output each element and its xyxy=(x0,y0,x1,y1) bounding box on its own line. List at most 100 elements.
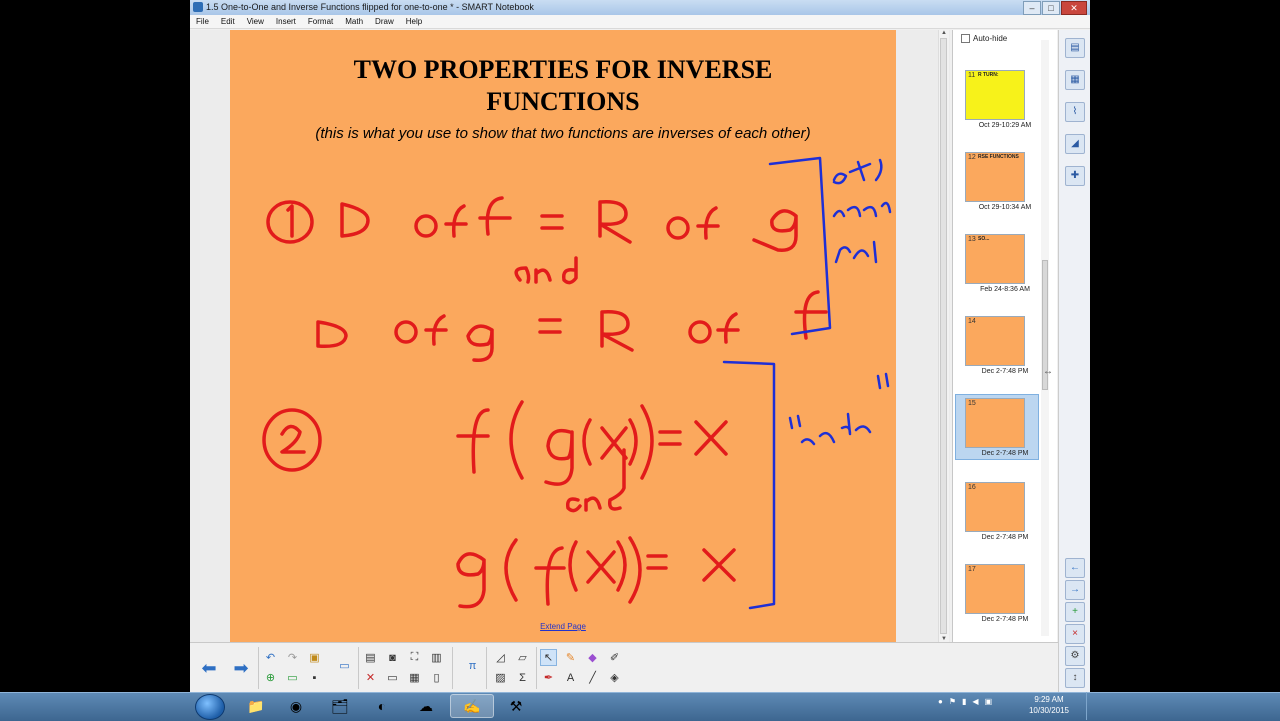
page-vertical-scrollbar[interactable]: ▲ ▼ xyxy=(938,30,949,642)
menu-draw[interactable]: Draw xyxy=(375,15,394,28)
menu-file[interactable]: File xyxy=(196,15,209,28)
select-tool-icon[interactable]: ↖ xyxy=(540,649,557,666)
minimize-button[interactable]: – xyxy=(1023,1,1041,15)
menu-edit[interactable]: Edit xyxy=(221,15,235,28)
math-tools-icon[interactable]: π xyxy=(464,657,481,674)
attachments-tab-icon[interactable]: ⌇ xyxy=(1065,102,1085,122)
note-rel xyxy=(834,240,878,264)
tray-bluetooth-icon[interactable]: ● xyxy=(938,697,943,706)
menu-bar: File Edit View Insert Format Math Draw H… xyxy=(190,15,1090,29)
table-icon[interactable]: ▦ xyxy=(406,669,423,686)
sigma-icon[interactable]: Σ xyxy=(514,669,531,686)
page-thumbnail[interactable]: 11 R TURN: xyxy=(965,70,1025,120)
screen-capture-icon[interactable]: ⛶ xyxy=(406,649,423,666)
sorter-scrollbar[interactable] xyxy=(1041,40,1049,636)
page-thumbnail[interactable]: 15 xyxy=(965,398,1025,448)
start-button[interactable] xyxy=(195,694,225,720)
image-icon[interactable]: ▨ xyxy=(492,669,509,686)
taskbar-firefox-icon[interactable]: ◐ xyxy=(360,694,404,718)
move-toolbar-icon[interactable]: ↕ xyxy=(1065,668,1085,688)
thumbnail-number: 14 xyxy=(968,318,976,325)
page-thumbnail[interactable]: 13 SO... xyxy=(965,234,1025,284)
page-thumbnail[interactable]: 12 RSE FUNCTIONS xyxy=(965,152,1025,202)
bracket-2 xyxy=(722,360,776,610)
taskbar-folder-icon[interactable]: 🗂 xyxy=(318,694,362,718)
menu-math[interactable]: Math xyxy=(345,15,363,28)
scroll-up-arrow[interactable]: ▲ xyxy=(939,30,949,36)
insert-icon[interactable]: ▭ xyxy=(284,669,301,686)
previous-page-button[interactable]: ⬅ xyxy=(196,655,222,681)
properties-tab-icon[interactable]: ◢ xyxy=(1065,134,1085,154)
undo-icon[interactable]: ↶ xyxy=(262,649,279,666)
next-page-button[interactable]: ➡ xyxy=(228,655,254,681)
notebook-page[interactable]: TWO PROPERTIES FOR INVERSE FUNCTIONS (th… xyxy=(230,30,896,642)
red-handwriting xyxy=(262,196,828,609)
graph-icon[interactable]: ◿ xyxy=(492,649,509,666)
delete-page-icon[interactable]: × xyxy=(1065,624,1085,644)
ink-property-2b xyxy=(456,536,736,609)
document-camera-icon[interactable]: ▥ xyxy=(428,649,445,666)
add-page-icon-toolbar[interactable]: ⊕ xyxy=(262,669,279,686)
page-sorter-tab-icon[interactable]: ▤ xyxy=(1065,38,1085,58)
tray-volume-icon[interactable]: ◀ xyxy=(972,697,978,706)
previous-page-icon[interactable]: ← xyxy=(1065,558,1085,578)
magic-pen-icon[interactable]: ✐ xyxy=(606,649,623,666)
taskbar-cloud-icon[interactable]: ☁ xyxy=(404,694,448,718)
creative-pen-icon[interactable]: ✒ xyxy=(540,669,557,686)
clock-date: 10/30/2015 xyxy=(1028,706,1070,715)
handwriting-layer xyxy=(262,156,892,610)
delete-icon[interactable]: ✕ xyxy=(362,669,379,686)
tray-display-icon[interactable]: ▣ xyxy=(985,697,993,706)
tray-flag-icon[interactable]: ⚑ xyxy=(949,697,956,706)
tray-network-icon[interactable]: ▮ xyxy=(962,697,966,706)
ink-and-1 xyxy=(514,256,578,285)
camera-icon[interactable]: ◙ xyxy=(384,649,401,666)
dual-page-icon[interactable]: ▯ xyxy=(428,669,445,686)
addons-tab-icon[interactable]: ✚ xyxy=(1065,166,1085,186)
taskbar-clock[interactable]: 9:29 AM 10/30/2015 xyxy=(1020,694,1078,716)
save-icon[interactable]: ▪ xyxy=(306,669,323,686)
taskbar-smart-notebook-icon[interactable]: ✍ xyxy=(450,694,494,718)
extend-page-link[interactable]: Extend Page xyxy=(230,622,896,631)
menu-format[interactable]: Format xyxy=(308,15,333,28)
page-thumbnail[interactable]: 14 xyxy=(965,316,1025,366)
page-thumbnail[interactable]: 17 xyxy=(965,564,1025,614)
thumbnail-number: 15 xyxy=(968,400,976,407)
menu-help[interactable]: Help xyxy=(406,15,422,28)
taskbar-explorer-icon[interactable]: 📁 xyxy=(234,694,278,718)
pen-tool-icon[interactable]: ✎ xyxy=(562,649,579,666)
note-range xyxy=(832,201,892,218)
system-tray: ● ⚑ ▮ ◀ ▣ xyxy=(938,697,992,706)
chart-icon[interactable]: ▱ xyxy=(514,649,531,666)
resize-sorter-icon[interactable]: ↔ xyxy=(1043,366,1053,377)
line-tool-icon[interactable]: ╱ xyxy=(584,669,601,686)
close-button[interactable]: ✕ xyxy=(1061,1,1087,15)
toolbar-separator xyxy=(486,647,487,689)
eraser-tool-icon[interactable]: ◆ xyxy=(584,649,601,666)
taskbar-tools-icon[interactable]: ⚒ xyxy=(494,694,538,718)
text-tool-icon[interactable]: A xyxy=(562,669,579,686)
scroll-thumb[interactable] xyxy=(940,38,947,634)
menu-insert[interactable]: Insert xyxy=(276,15,296,28)
maximize-button[interactable]: □ xyxy=(1042,1,1060,15)
settings-gear-icon[interactable]: ⚙ xyxy=(1065,646,1085,666)
blue-annotations xyxy=(722,156,892,610)
taskbar-chrome-icon[interactable]: ◉ xyxy=(274,694,318,718)
show-desktop-button[interactable] xyxy=(1086,692,1093,720)
auto-hide-toggle[interactable]: Auto-hide xyxy=(961,34,1007,43)
screen-shade-icon[interactable]: ▭ xyxy=(336,657,353,674)
page-thumbnail[interactable]: 16 xyxy=(965,482,1025,532)
side-tabs: ▤ ▦ ⌇ ◢ ✚ ← → + × ⚙ ↕ xyxy=(1058,30,1090,692)
next-page-icon[interactable]: → xyxy=(1065,580,1085,600)
gallery-tab-icon[interactable]: ▦ xyxy=(1065,70,1085,90)
fullscreen-icon[interactable]: ▭ xyxy=(384,669,401,686)
auto-hide-checkbox[interactable] xyxy=(961,34,970,43)
paste-icon[interactable]: ▤ xyxy=(362,649,379,666)
add-page-icon[interactable]: + xyxy=(1065,602,1085,622)
title-bar[interactable]: 1.5 One-to-One and Inverse Functions fli… xyxy=(190,0,1090,15)
fill-tool-icon[interactable]: ◈ xyxy=(606,669,623,686)
bracket-1 xyxy=(768,156,832,336)
menu-view[interactable]: View xyxy=(247,15,264,28)
redo-icon[interactable]: ↷ xyxy=(284,649,301,666)
open-file-icon[interactable]: ▣ xyxy=(306,649,323,666)
